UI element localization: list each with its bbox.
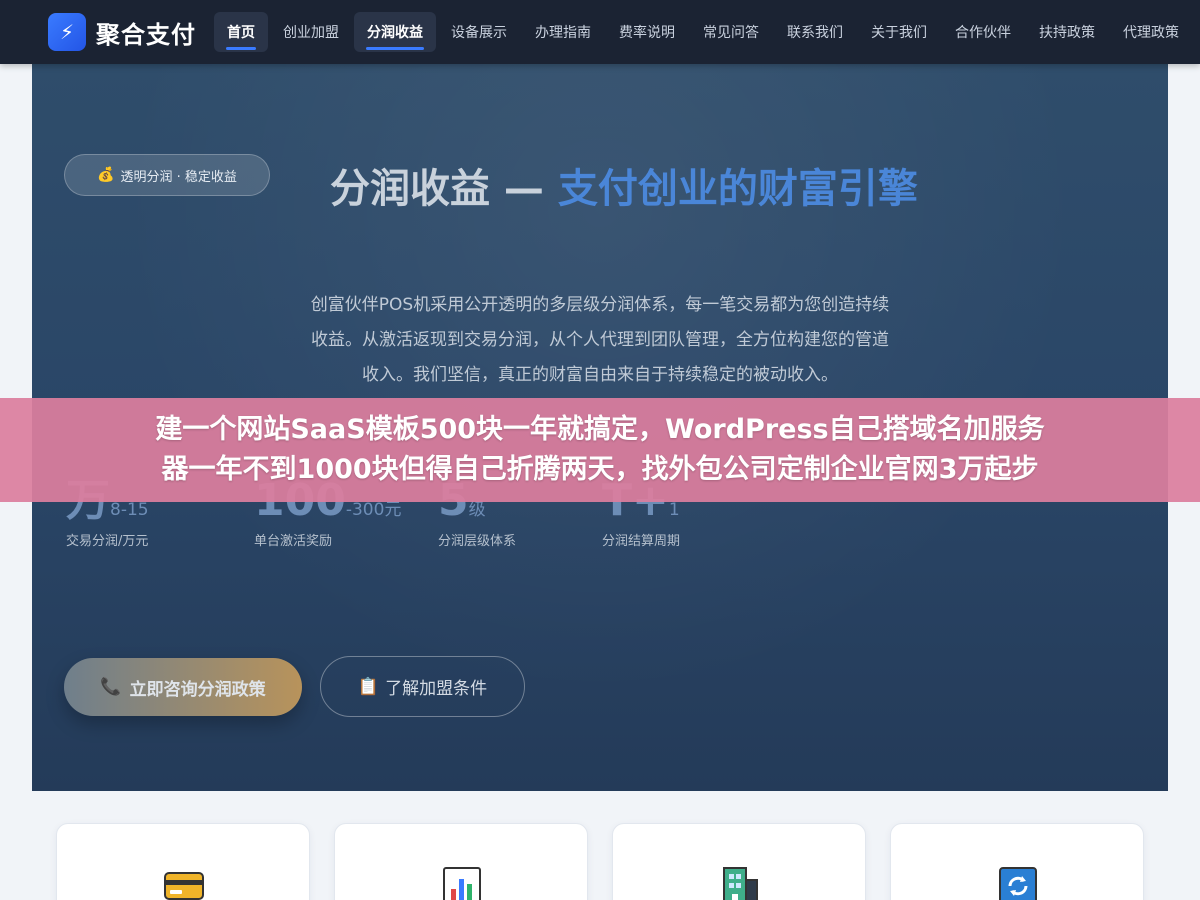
logo[interactable]: ⚡ 聚合支付 <box>48 13 196 51</box>
nav-item-rates[interactable]: 费率说明 <box>606 12 688 52</box>
stat-unit: 级 <box>468 500 486 520</box>
nav-item-profit-sharing[interactable]: 分润收益 <box>354 12 436 52</box>
ad-banner: 建一个网站SaaS模板500块一年就搞定，WordPress自己搭域名加服务 器… <box>0 398 1200 502</box>
phone-icon: 📞 <box>100 677 122 697</box>
nav-item-agent-policy[interactable]: 代理政策 <box>1110 12 1192 52</box>
stat-label: 交易分润/万元 <box>66 534 149 549</box>
nav-item-franchise[interactable]: 创业加盟 <box>270 12 352 52</box>
nav-item-about[interactable]: 关于我们 <box>858 12 940 52</box>
lightning-icon: ⚡ <box>48 13 86 51</box>
nav-item-home[interactable]: 首页 <box>214 12 268 52</box>
stat-label: 单台激活奖励 <box>254 534 333 549</box>
nav-item-devices[interactable]: 设备展示 <box>438 12 520 52</box>
hero-title: 分润收益 — 支付创业的财富引擎 <box>330 156 918 214</box>
stat-unit: -300元 <box>345 500 402 520</box>
consult-button-label: 立即咨询分润政策 <box>129 679 266 700</box>
feature-card[interactable] <box>56 823 310 900</box>
feature-cards <box>56 823 1144 900</box>
hero-badge-text: 透明分润 · 稳定收益 <box>120 169 237 185</box>
refresh-icon <box>998 866 1038 900</box>
franchise-conditions-button[interactable]: 📋 了解加盟条件 <box>320 656 525 717</box>
hero-title-accent: 支付创业的财富引擎 <box>557 166 918 212</box>
nav-item-partners[interactable]: 合作伙伴 <box>942 12 1024 52</box>
nav-item-guide[interactable]: 办理指南 <box>522 12 604 52</box>
credit-card-icon <box>164 866 204 900</box>
feature-card[interactable] <box>612 823 866 900</box>
clipboard-icon: 📋 <box>357 676 380 697</box>
stat-unit: 8-15 <box>110 500 149 520</box>
feature-card[interactable] <box>334 823 588 900</box>
logo-text: 聚合支付 <box>96 20 196 49</box>
nav-item-support-policy[interactable]: 扶持政策 <box>1026 12 1108 52</box>
feature-card[interactable] <box>890 823 1144 900</box>
money-bag-icon: 💰 <box>97 167 115 183</box>
main-menu: 首页 创业加盟 分润收益 设备展示 办理指南 费率说明 常见问答 联系我们 关于… <box>214 12 1194 52</box>
hero-badge: 💰 透明分润 · 稳定收益 <box>64 154 270 196</box>
bar-chart-icon <box>442 866 482 900</box>
hero-desc-line: 创富伙伴POS机采用公开透明的多层级分润体系，每一笔交易都为您创造持续 <box>310 295 890 315</box>
hero-desc-line: 收入。我们坚信，真正的财富自由来自于持续稳定的被动收入。 <box>362 365 838 385</box>
consult-profit-policy-button[interactable]: 📞 立即咨询分润政策 <box>64 658 302 716</box>
hero-desc-line: 收益。从激活返现到交易分润，从个人代理到团队管理，全方位构建您的管道 <box>311 330 889 350</box>
top-nav: ⚡ 聚合支付 首页 创业加盟 分润收益 设备展示 办理指南 费率说明 常见问答 … <box>0 0 1200 64</box>
nav-item-faq[interactable]: 常见问答 <box>690 12 772 52</box>
franchise-button-label: 了解加盟条件 <box>385 679 488 699</box>
stat-unit: 1 <box>668 500 680 520</box>
stat-label: 分润结算周期 <box>602 534 681 549</box>
hero-description: 创富伙伴POS机采用公开透明的多层级分润体系，每一笔交易都为您创造持续 收益。从… <box>254 288 946 393</box>
ad-banner-line: 建一个网站SaaS模板500块一年就搞定，WordPress自己搭域名加服务 <box>155 414 1045 445</box>
hero-title-main: 分润收益 — <box>330 166 558 212</box>
stat-label: 分润层级体系 <box>438 534 517 549</box>
nav-item-contact[interactable]: 联系我们 <box>774 12 856 52</box>
ad-banner-line: 器一年不到1000块但得自己折腾两天，找外包公司定制企业官网3万起步 <box>161 454 1039 485</box>
building-icon <box>720 866 760 900</box>
